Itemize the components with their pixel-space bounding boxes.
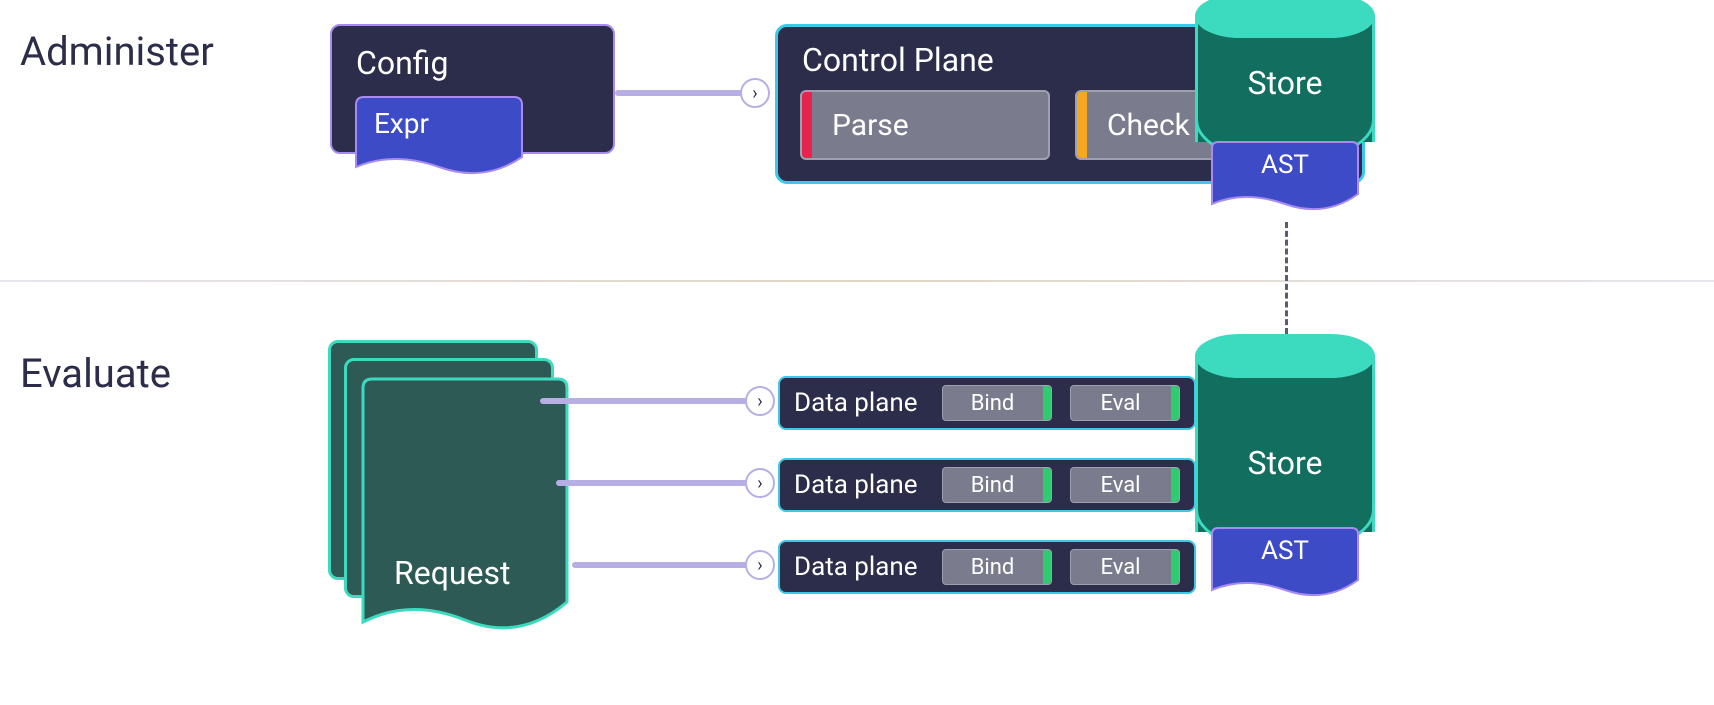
data-plane-1: Data plane Bind Eval — [778, 376, 1196, 430]
dp3-bind-label: Bind — [943, 555, 1043, 580]
dp2-bind-accent — [1043, 468, 1051, 502]
arrow-icon: › — [745, 386, 775, 416]
dp2-eval: Eval — [1070, 467, 1180, 503]
step-parse: Parse — [800, 90, 1050, 160]
section-evaluate-label: Evaluate — [20, 350, 171, 397]
dp1-bind: Bind — [942, 385, 1052, 421]
request-card-front: Request — [360, 376, 570, 644]
dp1-bind-accent — [1043, 386, 1051, 420]
store-dashed-connector — [1285, 222, 1288, 334]
dp3-eval: Eval — [1070, 549, 1180, 585]
dp1-eval-label: Eval — [1071, 391, 1171, 416]
arrow-icon: › — [745, 550, 775, 580]
dp3-bind: Bind — [942, 549, 1052, 585]
data-plane-1-title: Data plane — [794, 388, 918, 418]
dp2-eval-label: Eval — [1071, 473, 1171, 498]
step-parse-label: Parse — [812, 108, 929, 143]
dp2-eval-accent — [1171, 468, 1179, 502]
dp1-bind-label: Bind — [943, 391, 1043, 416]
step-check-accent — [1077, 92, 1087, 158]
data-plane-2: Data plane Bind Eval — [778, 458, 1196, 512]
connector-config-controlplane — [615, 90, 750, 96]
data-plane-2-title: Data plane — [794, 470, 918, 500]
store-cylinder-bottom: Store — [1195, 334, 1375, 554]
ast-flag-top: AST — [1210, 140, 1360, 212]
arrow-icon: › — [740, 78, 770, 108]
ast-label-top: AST — [1210, 150, 1360, 180]
ast-flag-bottom: AST — [1210, 526, 1360, 598]
data-plane-3: Data plane Bind Eval — [778, 540, 1196, 594]
store-label-bottom: Store — [1195, 444, 1375, 482]
connector-dp-2 — [556, 480, 755, 486]
dp3-bind-accent — [1043, 550, 1051, 584]
dp3-eval-label: Eval — [1071, 555, 1171, 580]
step-parse-accent — [802, 92, 812, 158]
expr-flag: Expr — [354, 95, 524, 175]
dp1-eval-accent — [1171, 386, 1179, 420]
section-administer-label: Administer — [20, 28, 214, 75]
connector-dp-1 — [540, 398, 755, 404]
step-check-label: Check — [1087, 108, 1210, 143]
expr-label: Expr — [374, 107, 429, 140]
ast-label-bottom: AST — [1210, 536, 1360, 566]
data-plane-3-title: Data plane — [794, 552, 918, 582]
dp1-eval: Eval — [1070, 385, 1180, 421]
section-divider — [0, 280, 1714, 282]
connector-dp-3 — [572, 562, 755, 568]
store-label-top: Store — [1195, 64, 1375, 102]
dp2-bind: Bind — [942, 467, 1052, 503]
dp3-eval-accent — [1171, 550, 1179, 584]
request-label: Request — [394, 554, 510, 592]
arrow-icon: › — [745, 468, 775, 498]
config-title: Config — [332, 26, 613, 92]
dp2-bind-label: Bind — [943, 473, 1043, 498]
